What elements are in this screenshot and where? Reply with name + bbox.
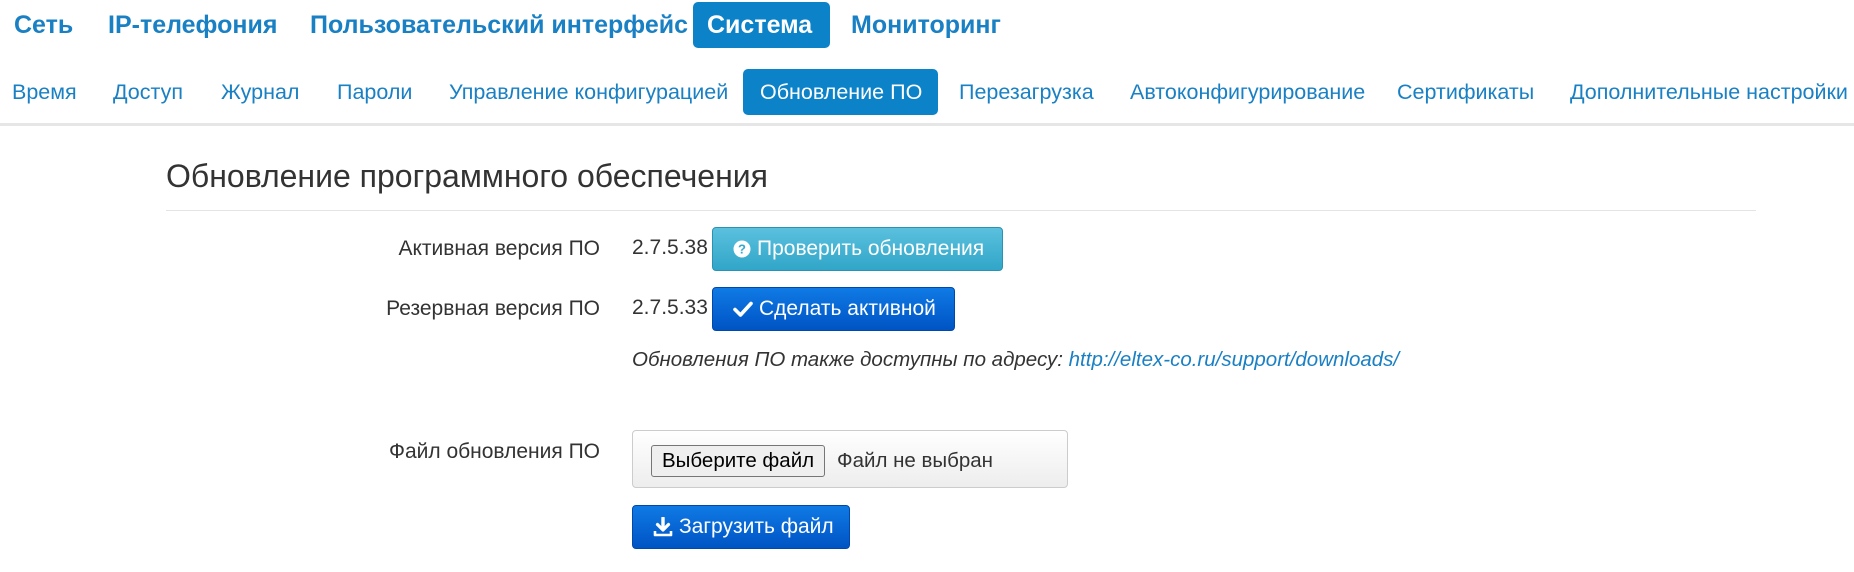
top-nav-item-ip-telephony[interactable]: IP-телефония (94, 2, 291, 48)
top-nav-item-network[interactable]: Сеть (0, 2, 87, 48)
sub-nav-item-access[interactable]: Доступ (96, 69, 200, 115)
downloads-link[interactable]: http://eltex-co.ru/support/downloads/ (1069, 348, 1399, 371)
active-version-value: 2.7.5.38 (632, 236, 708, 259)
backup-version-label: Резервная версия ПО (386, 297, 600, 320)
title-divider (166, 210, 1756, 211)
top-nav-item-monitoring[interactable]: Мониторинг (837, 2, 1015, 48)
make-active-button[interactable]: Сделать активной (712, 287, 955, 331)
firmware-file-label: Файл обновления ПО (388, 440, 600, 463)
sub-nav-item-passwords[interactable]: Пароли (320, 69, 429, 115)
sub-nav: Время Доступ Журнал Пароли Управление ко… (0, 66, 1854, 126)
sub-nav-item-time[interactable]: Время (0, 69, 94, 115)
file-input[interactable]: Выберите файл Файл не выбран (632, 430, 1068, 488)
check-updates-button[interactable]: ? Проверить обновления (712, 227, 1003, 271)
upload-file-button[interactable]: Загрузить файл (632, 505, 850, 549)
active-version-label: Активная версия ПО (398, 237, 600, 260)
top-nav-item-user-interface[interactable]: Пользовательский интерфейс (296, 2, 702, 48)
downloads-note-text: Обновления ПО также доступны по адресу: (632, 348, 1063, 371)
sub-nav-item-advanced-settings[interactable]: Дополнительные настройки (1553, 69, 1854, 115)
sub-nav-item-certificates[interactable]: Сертификаты (1380, 69, 1551, 115)
downloads-note: Обновления ПО также доступны по адресу: … (632, 348, 1399, 372)
make-active-label: Сделать активной (759, 297, 936, 320)
svg-text:?: ? (738, 242, 746, 257)
choose-file-button[interactable]: Выберите файл (651, 445, 826, 477)
top-nav: Сеть IP-телефония Пользовательский интер… (0, 0, 1854, 50)
top-nav-item-system[interactable]: Система (693, 2, 830, 48)
checkmark-icon (733, 301, 753, 317)
backup-version-value: 2.7.5.33 (632, 296, 708, 319)
sub-nav-item-config-management[interactable]: Управление конфигурацией (432, 69, 745, 115)
sub-nav-item-autoconfig[interactable]: Автоконфигурирование (1113, 69, 1382, 115)
question-circle-icon: ? (733, 240, 751, 258)
check-updates-label: Проверить обновления (757, 237, 985, 260)
page-title: Обновление программного обеспечения (166, 158, 768, 194)
download-icon (653, 517, 673, 537)
sub-nav-item-firmware-update[interactable]: Обновление ПО (743, 69, 938, 115)
sub-nav-item-reboot[interactable]: Перезагрузка (942, 69, 1111, 115)
sub-nav-item-journal[interactable]: Журнал (204, 69, 316, 115)
file-status: Файл не выбран (837, 449, 994, 472)
upload-file-label: Загрузить файл (679, 515, 834, 538)
